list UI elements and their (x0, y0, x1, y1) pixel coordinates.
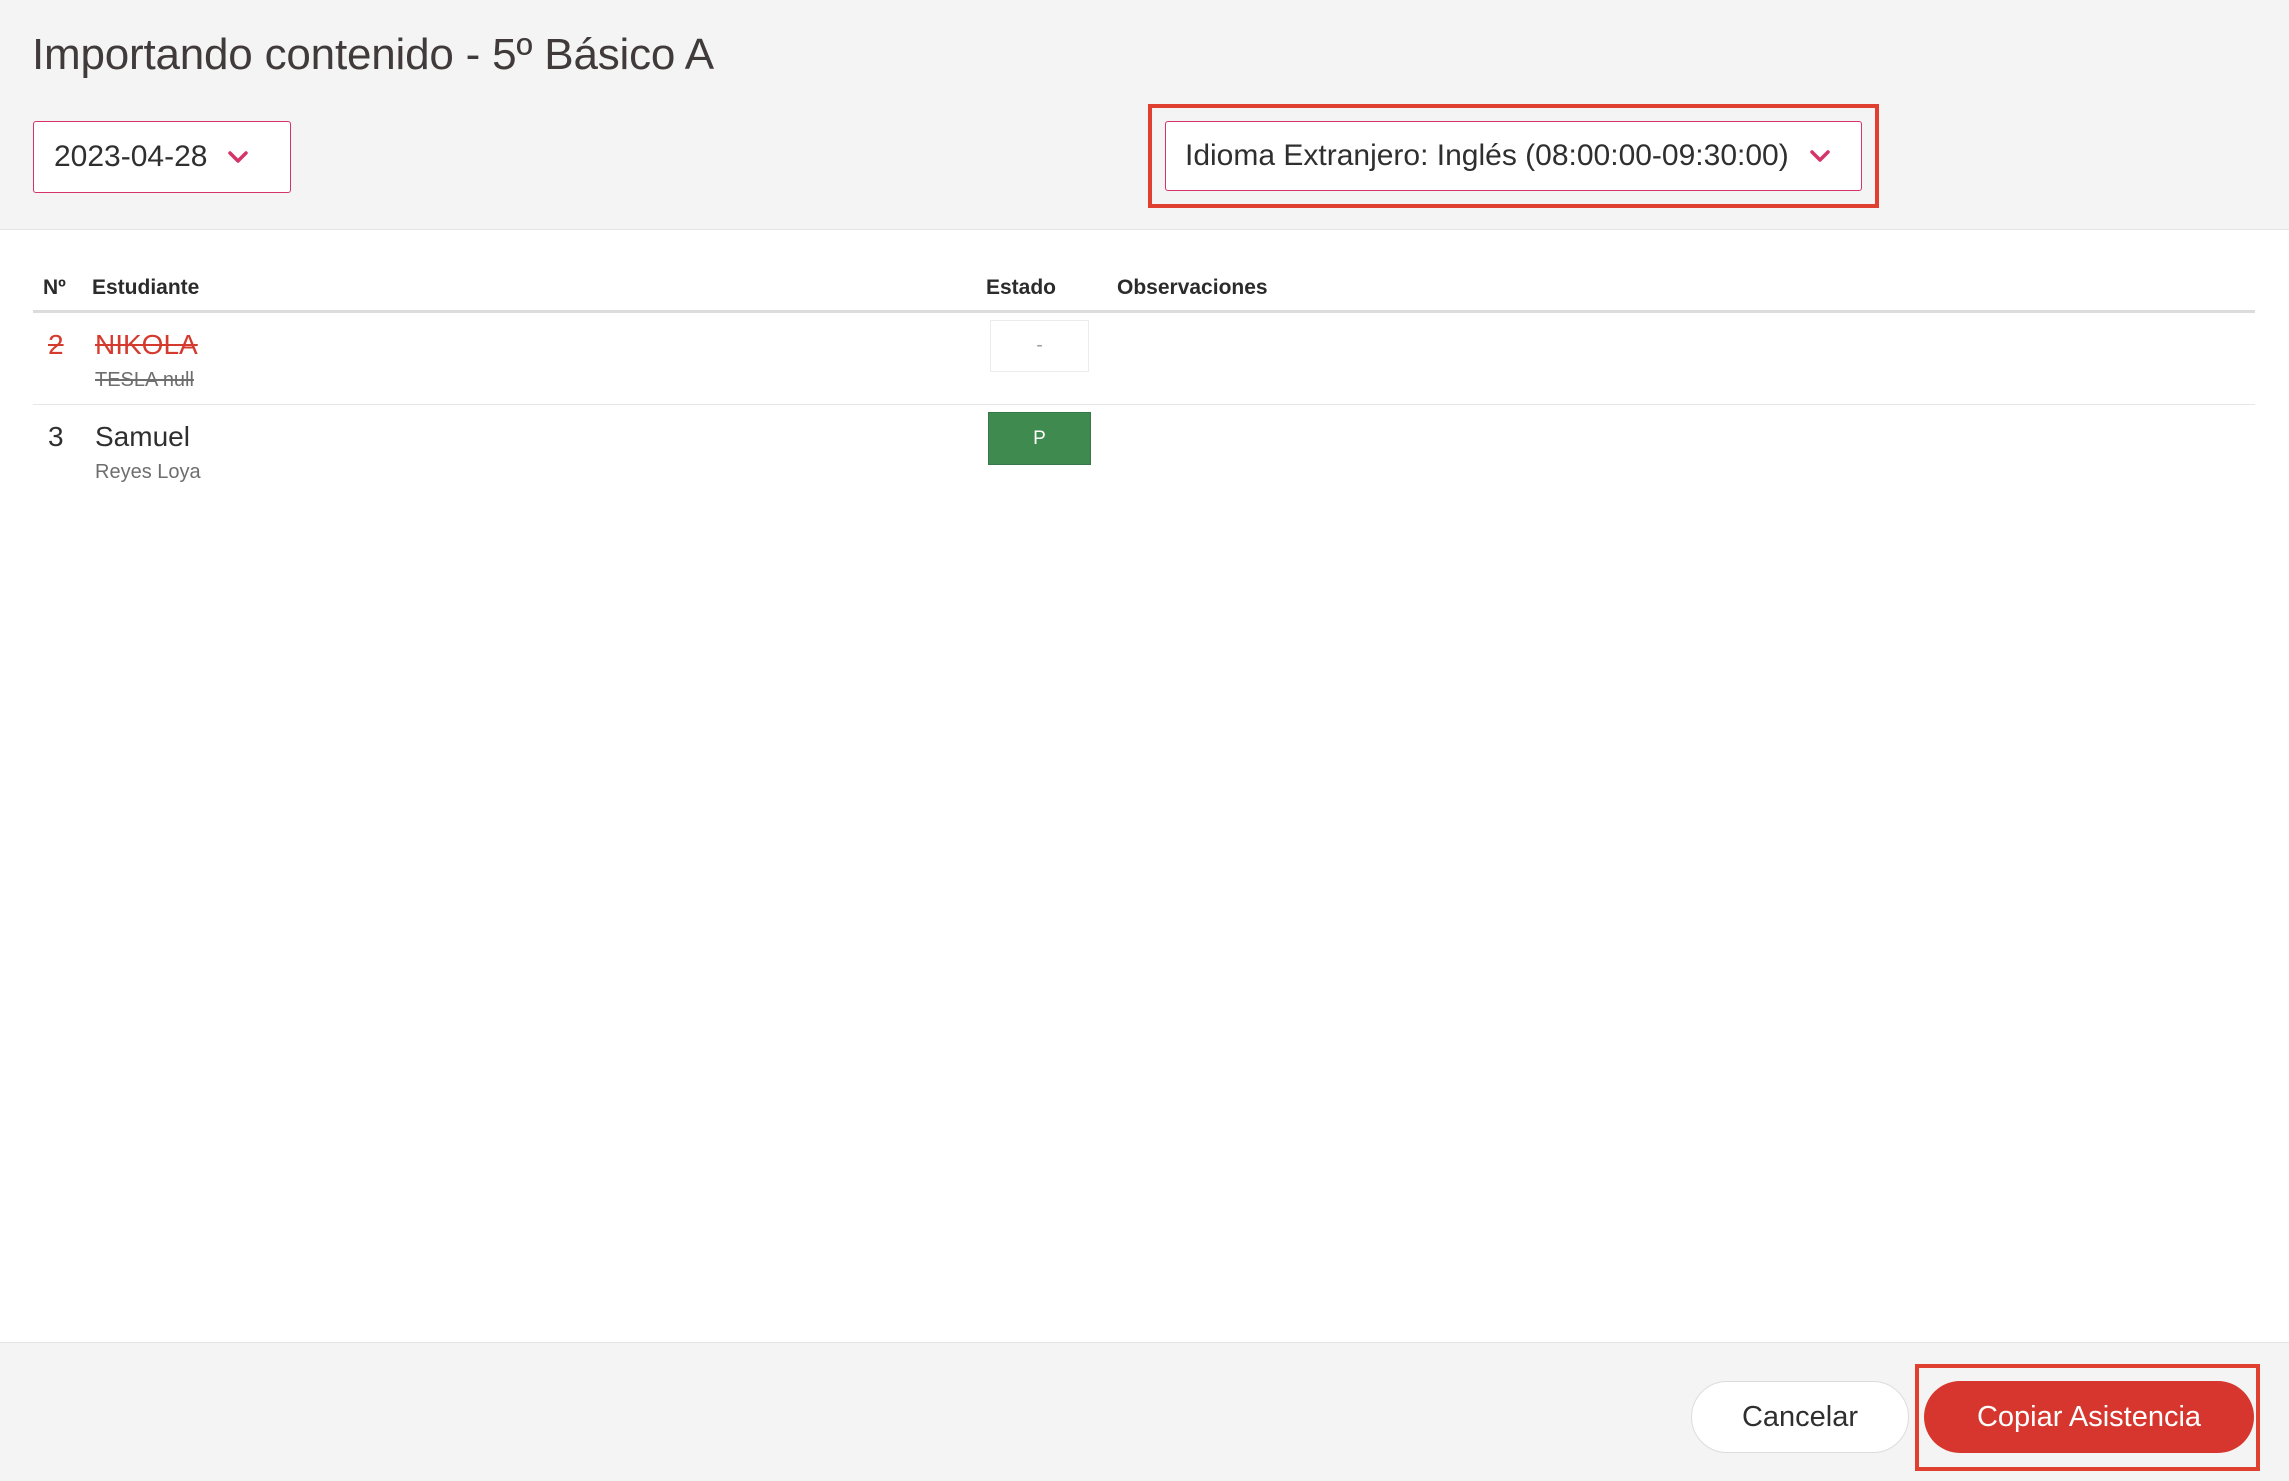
column-header-student: Estudiante (92, 276, 200, 299)
status-badge[interactable]: - (990, 320, 1089, 372)
class-block-select[interactable]: Idioma Extranjero: Inglés (08:00:00-09:3… (1165, 121, 1862, 191)
column-header-observaciones: Observaciones (1117, 276, 1268, 299)
chevron-down-icon (228, 151, 249, 163)
chevron-down-icon (1809, 150, 1830, 162)
attendance-table: Nº Estudiante Estado Observaciones 2 NIK… (33, 260, 2255, 496)
date-select-value: 2023-04-28 (54, 140, 208, 173)
import-attendance-dialog: Importando contenido - 5º Básico A 2023-… (0, 0, 2289, 1481)
student-last-name: TESLA null (95, 369, 194, 391)
student-number: 3 (48, 421, 64, 452)
student-first-name: Samuel (95, 421, 190, 452)
table-header: Nº Estudiante Estado Observaciones (33, 260, 2255, 313)
student-number: 2 (48, 329, 64, 360)
column-header-estado: Estado (986, 276, 1057, 299)
student-first-name: NIKOLA (95, 329, 198, 360)
copy-attendance-button[interactable]: Copiar Asistencia (1924, 1381, 2254, 1453)
dialog-header: Importando contenido - 5º Básico A 2023-… (0, 0, 2289, 230)
dialog-footer: Cancelar Copiar Asistencia (0, 1342, 2289, 1481)
table-row: 3 Samuel Reyes Loya P (33, 405, 2255, 496)
class-block-select-value: Idioma Extranjero: Inglés (08:00:00-09:3… (1185, 139, 1789, 172)
date-select[interactable]: 2023-04-28 (33, 121, 291, 193)
cancel-button[interactable]: Cancelar (1691, 1381, 1909, 1453)
column-header-num: Nº (43, 276, 66, 299)
student-last-name: Reyes Loya (95, 461, 201, 483)
table-row: 2 NIKOLA TESLA null - (33, 313, 2255, 405)
page-title: Importando contenido - 5º Básico A (32, 30, 714, 79)
status-badge[interactable]: P (988, 412, 1091, 465)
